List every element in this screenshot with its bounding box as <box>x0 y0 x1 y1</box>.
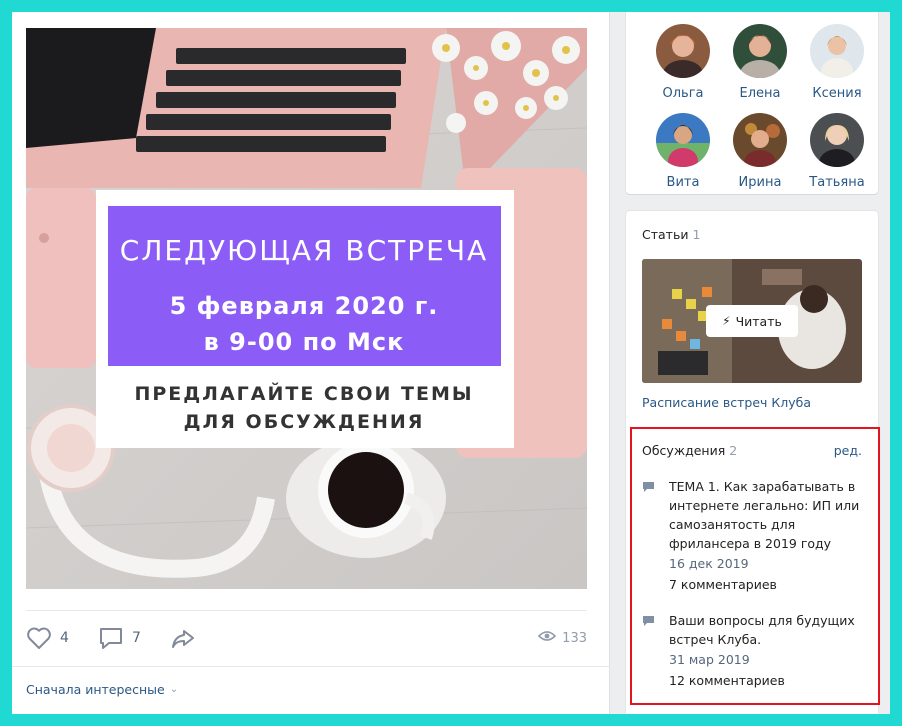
member-name[interactable]: Елена <box>721 86 799 101</box>
banner-cta-line-1: ПРЕДЛАГАЙТЕ СВОИ ТЕМЫ <box>134 382 473 405</box>
banner-date: 5 февраля 2020 г. <box>170 292 439 320</box>
views-count: 133 <box>562 630 587 646</box>
banner-cta-line-2: ДЛЯ ОБСУЖДЕНИЯ <box>184 411 425 433</box>
member-name[interactable]: Татьяна <box>798 175 876 190</box>
topic-title[interactable]: ТЕМА 1. Как зарабатывать в интернете лег… <box>669 477 864 553</box>
sidebar-card: Статьи 1 ⚡ Читать Расписание встреч Клуба <box>626 211 880 714</box>
member-item[interactable]: Татьяна <box>798 113 876 190</box>
sort-label: Сначала интересные <box>26 682 165 697</box>
discussion-topic[interactable]: ТЕМА 1. Как зарабатывать в интернете лег… <box>642 477 864 595</box>
edit-link[interactable]: ред. <box>834 443 862 458</box>
avatar[interactable] <box>656 24 710 78</box>
discussions-count: 2 <box>729 443 738 458</box>
member-item[interactable]: Ольга <box>644 24 722 101</box>
avatar[interactable] <box>733 24 787 78</box>
comment-button[interactable]: 7 <box>98 620 141 656</box>
screen-frame: СЛЕДУЮЩАЯ ВСТРЕЧА 5 февраля 2020 г. в 9-… <box>12 12 890 714</box>
banner-time: в 9-00 по Мск <box>204 328 405 356</box>
discussions-header[interactable]: Обсуждения 2 <box>642 443 737 458</box>
read-label: Читать <box>735 313 782 329</box>
like-count: 4 <box>60 630 69 646</box>
heart-icon <box>26 626 52 650</box>
post-image[interactable]: СЛЕДУЮЩАЯ ВСТРЕЧА 5 февраля 2020 г. в 9-… <box>26 28 587 589</box>
comments-sort-dropdown[interactable]: Сначала интересные ⌄ <box>26 682 178 697</box>
member-name[interactable]: Ольга <box>644 86 722 101</box>
post-text-cut <box>26 12 586 18</box>
avatar[interactable] <box>656 113 710 167</box>
post-actions: 4 7 133 <box>26 620 587 656</box>
member-item[interactable]: Ксения <box>798 24 876 101</box>
lightning-icon: ⚡ <box>722 314 731 328</box>
divider <box>12 666 610 667</box>
members-card: Ольга Елена Ксения Вита Ирина Татьяна <box>626 12 878 194</box>
divider <box>26 610 587 611</box>
chevron-down-icon: ⌄ <box>169 684 179 695</box>
article-cover[interactable]: ⚡ Читать <box>642 259 862 383</box>
avatar[interactable] <box>810 24 864 78</box>
share-icon <box>170 626 196 650</box>
post-card: СЛЕДУЮЩАЯ ВСТРЕЧА 5 февраля 2020 г. в 9-… <box>12 12 610 714</box>
article-title-link[interactable]: Расписание встреч Клуба <box>642 395 811 410</box>
discussions-label: Обсуждения <box>642 443 726 458</box>
articles-count: 1 <box>692 227 701 242</box>
member-name[interactable]: Ксения <box>798 86 876 101</box>
topic-title[interactable]: Ваши вопросы для будущих встреч Клуба. <box>669 611 864 649</box>
topic-comments[interactable]: 12 комментариев <box>669 670 864 691</box>
avatar[interactable] <box>733 113 787 167</box>
topic-date: 31 мар 2019 <box>669 652 750 667</box>
topic-comments[interactable]: 7 комментариев <box>669 574 864 595</box>
comment-count: 7 <box>132 630 141 646</box>
eye-icon <box>538 630 557 646</box>
like-button[interactable]: 4 <box>26 620 69 656</box>
share-button[interactable] <box>170 620 196 656</box>
discussion-topic[interactable]: Ваши вопросы для будущих встреч Клуба. 3… <box>642 611 864 691</box>
read-button[interactable]: ⚡ Читать <box>706 305 798 337</box>
views-counter: 133 <box>538 620 587 656</box>
member-item[interactable]: Елена <box>721 24 799 101</box>
avatar[interactable] <box>810 113 864 167</box>
member-item[interactable]: Вита <box>644 113 722 190</box>
member-item[interactable]: Ирина <box>721 113 799 190</box>
member-name[interactable]: Ирина <box>721 175 799 190</box>
banner-headline: СЛЕДУЮЩАЯ ВСТРЕЧА <box>120 234 488 267</box>
discussion-bubble-icon <box>642 481 655 497</box>
topic-date: 16 дек 2019 <box>669 556 749 571</box>
discussion-bubble-icon <box>642 615 655 631</box>
articles-header[interactable]: Статьи 1 <box>642 227 700 242</box>
member-name[interactable]: Вита <box>644 175 722 190</box>
articles-label: Статьи <box>642 227 689 242</box>
comment-icon <box>98 626 124 650</box>
